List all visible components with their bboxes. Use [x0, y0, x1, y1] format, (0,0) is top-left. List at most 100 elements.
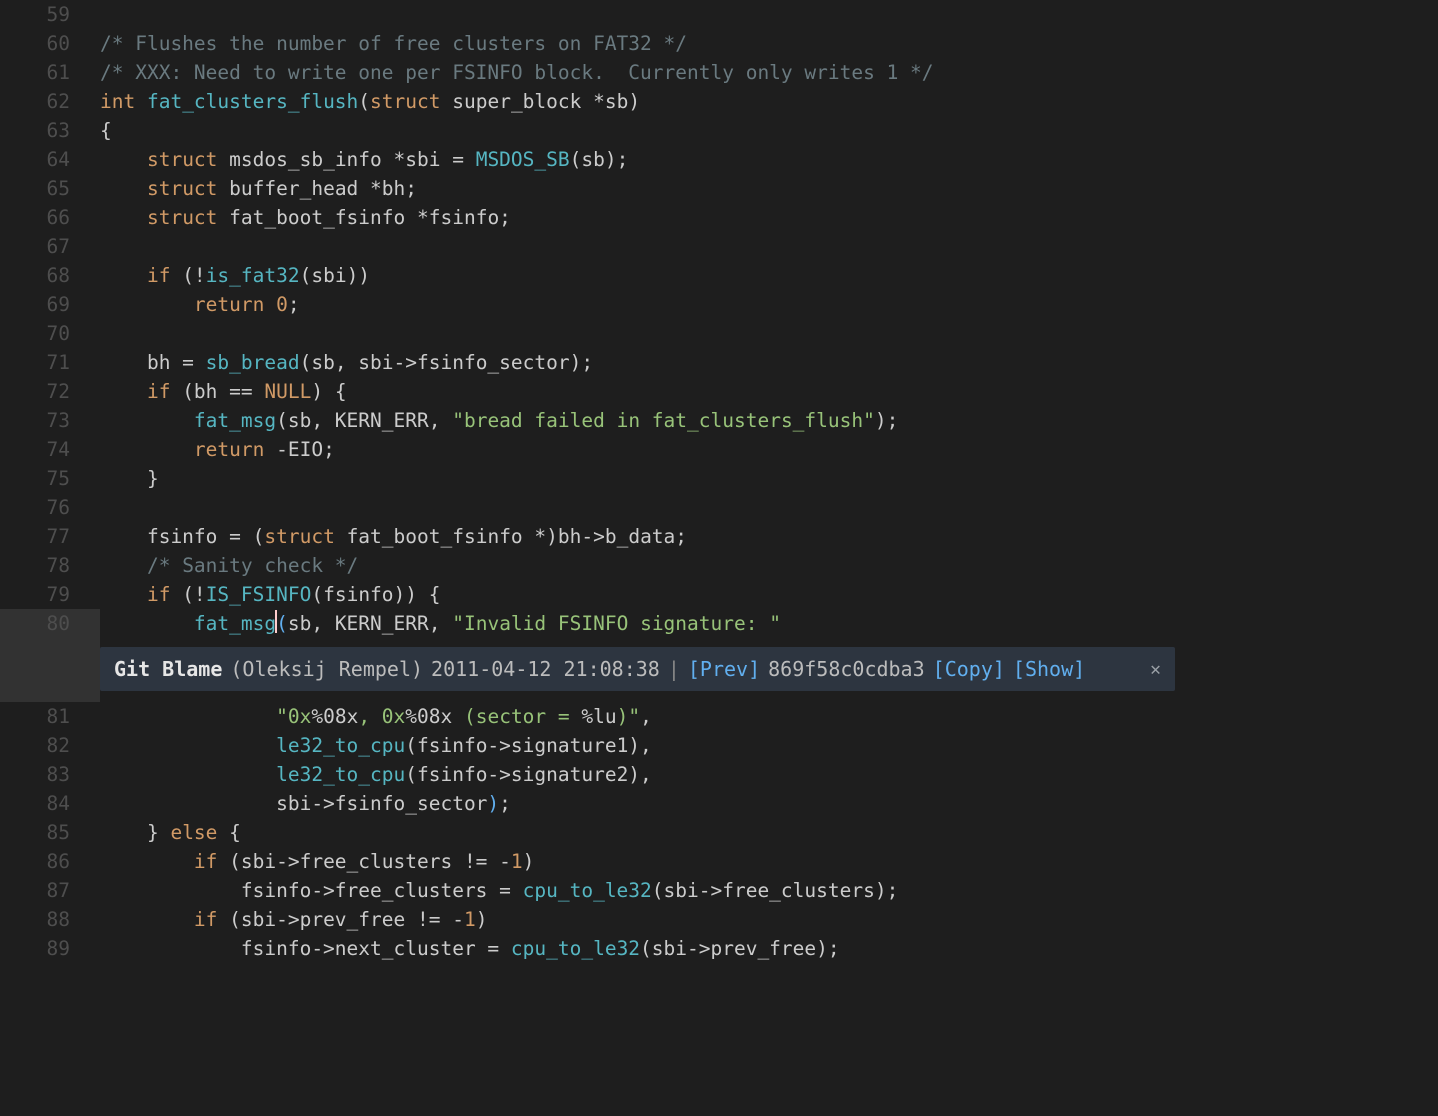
code-token: , [640, 705, 652, 728]
code-token: (sbi->prev_free); [640, 937, 840, 960]
code-token: (bh == [170, 380, 264, 403]
line-content[interactable]: if (bh == NULL) { [100, 377, 1438, 406]
line-content[interactable]: struct fat_boot_fsinfo *fsinfo; [100, 203, 1438, 232]
line-content[interactable]: "0x%08x, 0x%08x (sector = %lu)", [100, 702, 1438, 731]
code-line[interactable]: 74 return -EIO; [0, 435, 1438, 464]
line-number: 60 [0, 29, 100, 58]
line-content[interactable]: bh = sb_bread(sb, sbi->fsinfo_sector); [100, 348, 1438, 377]
line-content[interactable]: fsinfo = (struct fat_boot_fsinfo *)bh->b… [100, 522, 1438, 551]
code-line[interactable]: 62int fat_clusters_flush(struct super_bl… [0, 87, 1438, 116]
code-line[interactable]: 81 "0x%08x, 0x%08x (sector = %lu)", [0, 702, 1438, 731]
line-content[interactable]: le32_to_cpu(fsinfo->signature2), [100, 760, 1438, 789]
code-token [100, 908, 194, 931]
code-token: is_fat32 [206, 264, 300, 287]
line-content[interactable]: fsinfo->free_clusters = cpu_to_le32(sbi-… [100, 876, 1438, 905]
code-line[interactable]: 76 [0, 493, 1438, 522]
code-token: return [194, 438, 264, 461]
code-line[interactable]: 80 fat_msg(sb, KERN_ERR, "Invalid FSINFO… [0, 609, 1438, 638]
code-line[interactable]: 78 /* Sanity check */ [0, 551, 1438, 580]
code-token: %lu [581, 705, 616, 728]
code-line[interactable]: 84 sbi->fsinfo_sector); [0, 789, 1438, 818]
code-line[interactable]: 61/* XXX: Need to write one per FSINFO b… [0, 58, 1438, 87]
code-line[interactable]: 89 fsinfo->next_cluster = cpu_to_le32(sb… [0, 934, 1438, 963]
line-content[interactable]: /* Flushes the number of free clusters o… [100, 29, 1438, 58]
code-line[interactable]: 75 } [0, 464, 1438, 493]
line-content[interactable] [100, 319, 1438, 348]
line-content[interactable]: fsinfo->next_cluster = cpu_to_le32(sbi->… [100, 934, 1438, 963]
code-token: "Invalid FSINFO signature: " [452, 612, 781, 635]
line-number: 62 [0, 87, 100, 116]
code-token: )" [617, 705, 640, 728]
code-token: cpu_to_le32 [523, 879, 652, 902]
line-content[interactable]: int fat_clusters_flush(struct super_bloc… [100, 87, 1438, 116]
code-line[interactable]: 82 le32_to_cpu(fsinfo->signature1), [0, 731, 1438, 760]
line-content[interactable] [100, 0, 1438, 29]
code-token: msdos_sb_info *sbi = [217, 148, 475, 171]
code-editor[interactable]: 5960/* Flushes the number of free cluste… [0, 0, 1438, 963]
code-token: struct [147, 177, 217, 200]
code-token: IS_FSINFO [206, 583, 312, 606]
line-number: 63 [0, 116, 100, 145]
line-content[interactable]: /* Sanity check */ [100, 551, 1438, 580]
code-line[interactable]: 77 fsinfo = (struct fat_boot_fsinfo *)bh… [0, 522, 1438, 551]
code-line[interactable]: 73 fat_msg(sb, KERN_ERR, "bread failed i… [0, 406, 1438, 435]
line-number: 88 [0, 905, 100, 934]
code-token: { [100, 119, 112, 142]
blame-timestamp: 2011-04-12 21:08:38 [431, 655, 660, 684]
git-blame-popup: Git Blame(Oleksij Rempel)2011-04-12 21:0… [100, 647, 1175, 691]
line-content[interactable]: if (sbi->free_clusters != -1) [100, 847, 1438, 876]
line-content[interactable]: if (!is_fat32(sbi)) [100, 261, 1438, 290]
blame-separator: | [668, 655, 680, 684]
code-token: le32_to_cpu [276, 763, 405, 786]
line-content[interactable]: fat_msg(sb, KERN_ERR, "Invalid FSINFO si… [100, 609, 1438, 638]
line-content[interactable] [100, 493, 1438, 522]
line-content[interactable]: /* XXX: Need to write one per FSINFO blo… [100, 58, 1438, 87]
code-line[interactable]: 70 [0, 319, 1438, 348]
blame-prev-link[interactable]: [Prev] [688, 655, 760, 684]
line-content[interactable]: struct msdos_sb_info *sbi = MSDOS_SB(sb)… [100, 145, 1438, 174]
code-line[interactable]: 67 [0, 232, 1438, 261]
code-token: fat_msg [194, 409, 276, 432]
code-line[interactable]: 59 [0, 0, 1438, 29]
code-line[interactable]: 72 if (bh == NULL) { [0, 377, 1438, 406]
code-token [100, 380, 147, 403]
code-token [100, 409, 194, 432]
code-line[interactable]: 63{ [0, 116, 1438, 145]
close-icon[interactable] [1130, 654, 1161, 684]
line-content[interactable]: le32_to_cpu(fsinfo->signature1), [100, 731, 1438, 760]
code-line[interactable]: 69 return 0; [0, 290, 1438, 319]
code-line[interactable]: 86 if (sbi->free_clusters != -1) [0, 847, 1438, 876]
code-line[interactable]: 85 } else { [0, 818, 1438, 847]
blame-show-link[interactable]: [Show] [1013, 655, 1085, 684]
code-token: sb) [605, 90, 640, 113]
line-content[interactable]: } else { [100, 818, 1438, 847]
code-line[interactable]: 71 bh = sb_bread(sb, sbi->fsinfo_sector)… [0, 348, 1438, 377]
code-line[interactable]: 79 if (!IS_FSINFO(fsinfo)) { [0, 580, 1438, 609]
line-content[interactable]: return 0; [100, 290, 1438, 319]
code-token: ( [276, 612, 288, 635]
line-number: 89 [0, 934, 100, 963]
line-content[interactable]: sbi->fsinfo_sector); [100, 789, 1438, 818]
code-line[interactable]: 60/* Flushes the number of free clusters… [0, 29, 1438, 58]
code-line[interactable]: 65 struct buffer_head *bh; [0, 174, 1438, 203]
code-token: ( [358, 90, 370, 113]
code-line[interactable]: 64 struct msdos_sb_info *sbi = MSDOS_SB(… [0, 145, 1438, 174]
code-line[interactable]: 87 fsinfo->free_clusters = cpu_to_le32(s… [0, 876, 1438, 905]
line-content[interactable]: if (!IS_FSINFO(fsinfo)) { [100, 580, 1438, 609]
code-line[interactable]: 66 struct fat_boot_fsinfo *fsinfo; [0, 203, 1438, 232]
blame-copy-link[interactable]: [Copy] [933, 655, 1005, 684]
code-token [100, 612, 194, 635]
code-line[interactable]: 88 if (sbi->prev_free != -1) [0, 905, 1438, 934]
code-token: NULL [264, 380, 311, 403]
line-content[interactable]: { [100, 116, 1438, 145]
code-line[interactable]: 83 le32_to_cpu(fsinfo->signature2), [0, 760, 1438, 789]
line-content[interactable]: } [100, 464, 1438, 493]
line-number: 77 [0, 522, 100, 551]
line-content[interactable] [100, 232, 1438, 261]
line-content[interactable]: if (sbi->prev_free != -1) [100, 905, 1438, 934]
blame-commit-hash: 869f58c0cdba3 [768, 655, 925, 684]
line-content[interactable]: fat_msg(sb, KERN_ERR, "bread failed in f… [100, 406, 1438, 435]
code-line[interactable]: 68 if (!is_fat32(sbi)) [0, 261, 1438, 290]
line-content[interactable]: struct buffer_head *bh; [100, 174, 1438, 203]
line-content[interactable]: return -EIO; [100, 435, 1438, 464]
